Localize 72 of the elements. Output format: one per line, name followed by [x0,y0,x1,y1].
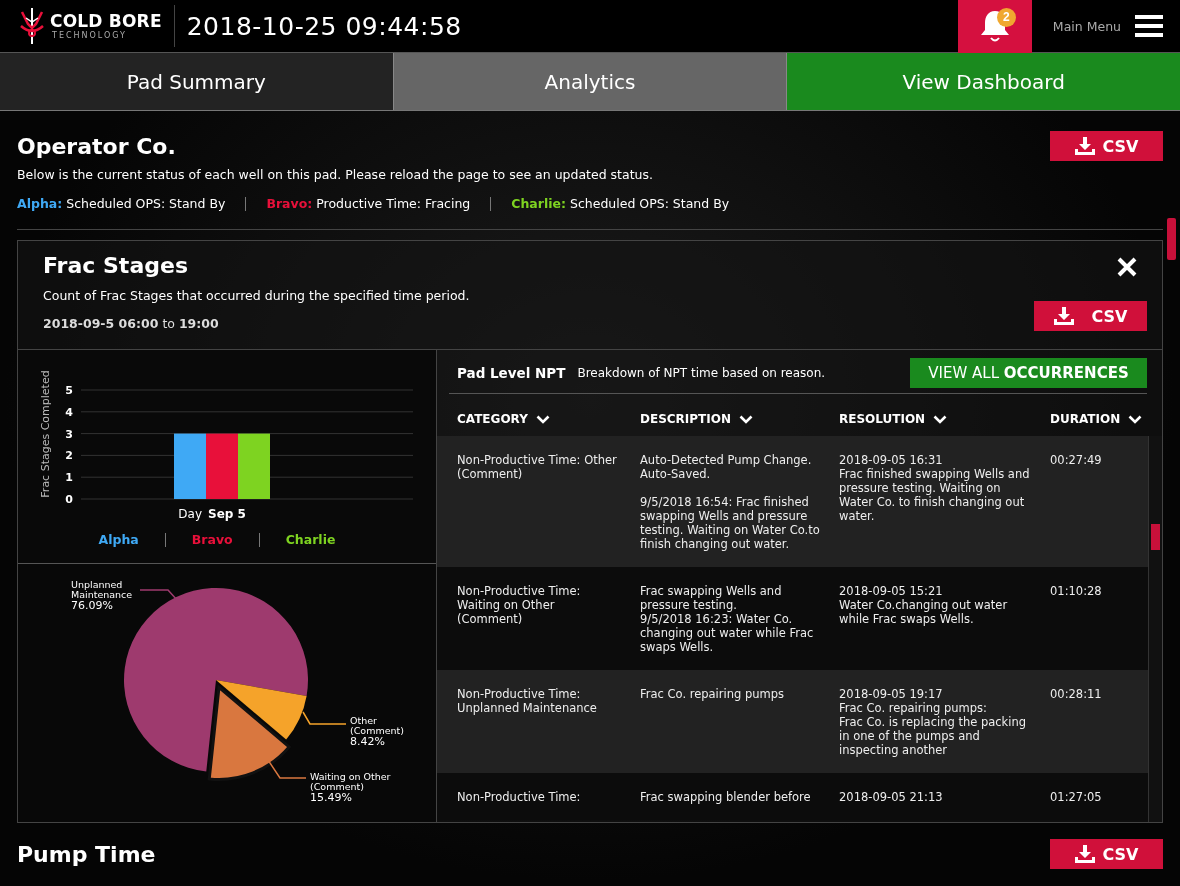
tab[interactable]: Analytics [393,53,788,110]
operator-title: Operator Co. [17,133,176,159]
close-icon[interactable] [1117,257,1137,277]
well-status: Charlie: Scheduled OPS: Stand By [511,196,730,211]
table-cell-text: Non-Productive Time: [457,790,582,804]
y-tick-label: 2 [65,449,73,463]
y-tick-label: 3 [65,427,73,441]
column-header[interactable]: RESOLUTION [839,406,1050,432]
scrollbar-thumb[interactable] [1167,218,1176,260]
x-tick-label: Sep 5 [208,507,246,521]
legend-item: Alpha [98,532,139,547]
logo-icon [18,6,46,46]
table-cell-text: Non-Productive Time: Other (Comment) [457,453,618,483]
chevron-icon [535,414,550,424]
chevron-icon [1128,414,1143,424]
csv-button[interactable]: CSV [1034,301,1147,331]
pump-time-title: Pump Time [17,841,156,867]
table-cell-text: Non-Productive Time: Unplanned Maintenance [457,687,598,717]
tab[interactable]: Pad Summary [0,53,394,110]
download-icon [1074,845,1095,863]
table-cell-text: Frac swapping blender before [640,790,812,804]
scrollbar[interactable] [1148,436,1162,822]
table-cell-text: 2018-09-05 16:31 Frac finished swapping Wells and pressure testing. Waiting on Water Co. to finish changing out water. [839,453,1031,525]
scrollbar-thumb[interactable] [1151,524,1160,550]
view-all-button[interactable]: VIEW ALL OCCURRENCES [910,357,1147,388]
table-cell-text: 2018-09-05 21:13 [839,790,944,804]
main-menu-label: Main Menu [1052,18,1121,34]
csv-button[interactable]: CSV [1050,839,1163,869]
logo-name: COLD BORE [50,12,162,30]
table-cell-text: 2018-09-05 19:17 Frac Co. repairing pumps: Frac Co. is replacing the packing in one of the pumps and inspecting another [839,687,1028,757]
leader-line [302,711,347,725]
column-header[interactable]: CATEGORY [457,406,640,432]
npt-description: Breakdown of NPT time based on reason. [577,365,826,380]
well-status: Bravo: Productive Time: Fracing [266,196,471,211]
legend-item: Bravo [191,532,233,547]
current-datetime: 2018-10-25 09:44:58 [186,11,462,41]
y-tick-label: 0 [65,493,73,506]
y-tick-label: 5 [65,384,73,397]
y-tick-label: 4 [65,405,73,419]
npt-title: Pad Level NPT [457,364,566,381]
menu-icon[interactable] [1135,14,1163,38]
chevron-icon [739,414,753,424]
pie-label: Waiting on Other (Comment) 15.49% [310,771,391,804]
logo-tagline: TECHNOLOGY [52,31,128,40]
chevron-icon [933,414,948,424]
dashboard-button[interactable]: View Dashboard [787,53,1180,110]
x-axis-title: Day [178,507,202,521]
y-axis-title: Frac Stages Completed [39,370,52,498]
column-header[interactable]: DESCRIPTION [640,406,839,432]
status-description: Below is the current status of each well on this pad. Please reload the page to see an updated status. [17,167,654,182]
date-range: 2018-09-5 06:00 to 19:00 [43,316,220,331]
column-header[interactable]: DURATION [1050,406,1162,432]
table-cell-text: 01:10:28 [1050,584,1103,600]
well-status: Alpha: Scheduled OPS: Stand By [17,196,226,211]
table-cell-text: 2018-09-05 15:21 Water Co.changing out water while Frac swaps Wells. [839,584,1009,628]
download-icon [1053,307,1074,325]
table-cell-text: Frac Co. repairing pumps [640,687,786,703]
frac-stages-title: Frac Stages [43,253,189,278]
table-cell-text: 01:27:05 [1050,790,1103,804]
table-cell-text: Auto-Detected Pump Change. Auto-Saved. 9/5/2018 16:54: Frac finished swapping Wells and pressure testing. Waiting on Water Co.to finish changing out water. [640,453,821,551]
csv-button[interactable]: CSV [1050,131,1163,161]
leader-line [267,759,307,779]
pie-label: Other (Comment) 8.42% [350,715,404,748]
table-cell-text: 00:27:49 [1050,453,1103,469]
pie-label: Unplanned Maintenance 76.09% [71,579,133,612]
table-cell-text: Frac swapping Wells and pressure testing. 9/5/2018 16:23: Water Co. changing out water while Frac swaps Wells. [640,584,815,654]
download-icon [1074,137,1095,155]
y-tick-label: 1 [65,471,73,485]
legend-item: Charlie [285,532,336,547]
table-cell-text: 00:28:11 [1050,687,1103,703]
frac-stages-description: Count of Frac Stages that occurred during the specified time period. [43,288,471,303]
table-cell-text: Non-Productive Time: Waiting on Other (Comment) [457,584,582,628]
